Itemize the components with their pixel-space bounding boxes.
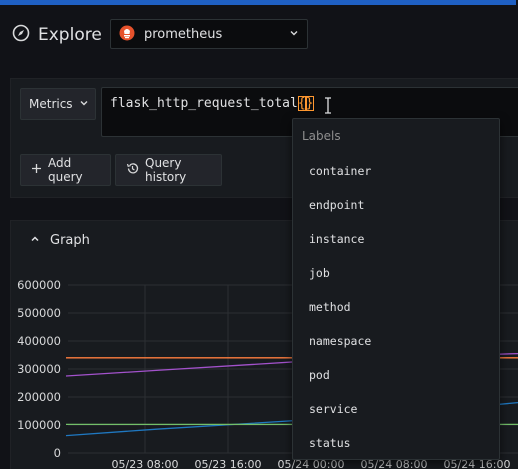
- label-option-container[interactable]: container: [309, 164, 371, 178]
- labels-dropdown: Labels container endpoint instance job metho…: [292, 118, 500, 460]
- label-option-service[interactable]: service: [309, 402, 357, 416]
- y-tick-label: 400000: [17, 334, 61, 348]
- labels-header: Labels: [302, 129, 341, 143]
- label-option-endpoint[interactable]: endpoint: [309, 198, 364, 212]
- label-option-job[interactable]: job: [309, 266, 330, 280]
- y-tick-label: 100000: [17, 418, 61, 432]
- label-option-instance[interactable]: instance: [309, 232, 364, 246]
- label-option-status[interactable]: status: [309, 436, 351, 450]
- label-option-namespace[interactable]: namespace: [309, 334, 371, 348]
- y-tick-label: 0: [54, 446, 61, 460]
- y-tick-label: 500000: [17, 306, 61, 320]
- x-tick-label: 05/23 08:00: [112, 458, 179, 469]
- y-tick-label: 300000: [17, 362, 61, 376]
- label-option-pod[interactable]: pod: [309, 368, 330, 382]
- y-tick-label: 200000: [17, 390, 61, 404]
- x-tick-label: 05/23 16:00: [195, 458, 262, 469]
- y-tick-label: 600000: [17, 278, 61, 292]
- label-option-method[interactable]: method: [309, 300, 351, 314]
